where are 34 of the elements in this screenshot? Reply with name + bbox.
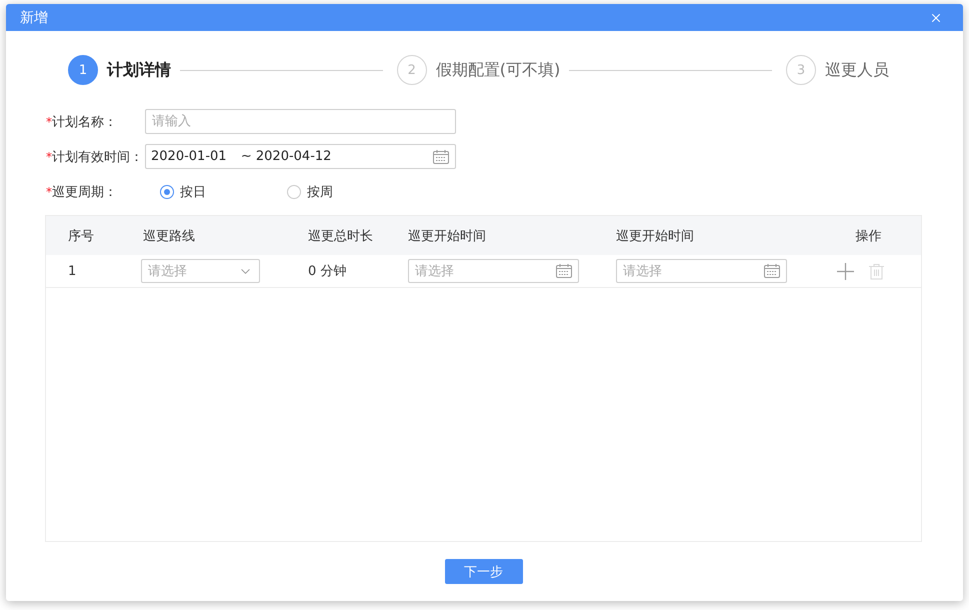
column-header: 操作 bbox=[856, 228, 882, 244]
column-header: 巡更路线 bbox=[143, 228, 195, 244]
step-number[interactable]: 1 bbox=[68, 55, 98, 85]
date-field[interactable]: 请选择 bbox=[616, 259, 787, 283]
select-field[interactable]: 请选择 bbox=[141, 259, 260, 283]
step-number[interactable]: 3 bbox=[786, 55, 816, 85]
column-header: 序号 bbox=[68, 228, 94, 244]
add-row-button[interactable] bbox=[837, 262, 854, 280]
field-label: *计划名称： bbox=[46, 114, 118, 130]
step-label[interactable]: 巡更人员 bbox=[825, 60, 890, 80]
step-label[interactable]: 计划详情 bbox=[107, 60, 171, 80]
field-label: *巡更周期： bbox=[46, 184, 118, 200]
calendar-icon bbox=[433, 150, 449, 164]
column-header: 巡更开始时间 bbox=[408, 228, 486, 244]
date-field[interactable]: 请选择 bbox=[408, 259, 579, 283]
dialog-title: 新增 bbox=[20, 8, 48, 26]
table-cell-text: 0 分钟 bbox=[308, 263, 346, 280]
field-label: *计划有效时间： bbox=[46, 148, 144, 166]
step-number[interactable]: 2 bbox=[396, 55, 427, 85]
next-button[interactable]: 下一步 bbox=[444, 559, 522, 584]
radio-icon[interactable] bbox=[287, 184, 301, 198]
radio-option[interactable]: 按日 bbox=[160, 182, 287, 200]
input-field[interactable]: 请输入 bbox=[145, 109, 456, 134]
date-range-field[interactable]: 2020-01-01 ~ 2020-04-12 bbox=[145, 144, 456, 169]
trash-icon bbox=[868, 262, 885, 280]
column-header: 巡更开始时间 bbox=[616, 228, 694, 244]
radio-option[interactable]: 按周 bbox=[287, 182, 414, 200]
plus-icon bbox=[837, 262, 854, 280]
calendar-icon bbox=[556, 264, 572, 278]
table-cell: 1 bbox=[68, 264, 76, 278]
column-header: 巡更总时长 bbox=[308, 228, 373, 244]
radio-icon[interactable] bbox=[160, 184, 174, 198]
step-label[interactable]: 假期配置(可不填) bbox=[436, 60, 560, 80]
calendar-icon bbox=[764, 264, 780, 278]
